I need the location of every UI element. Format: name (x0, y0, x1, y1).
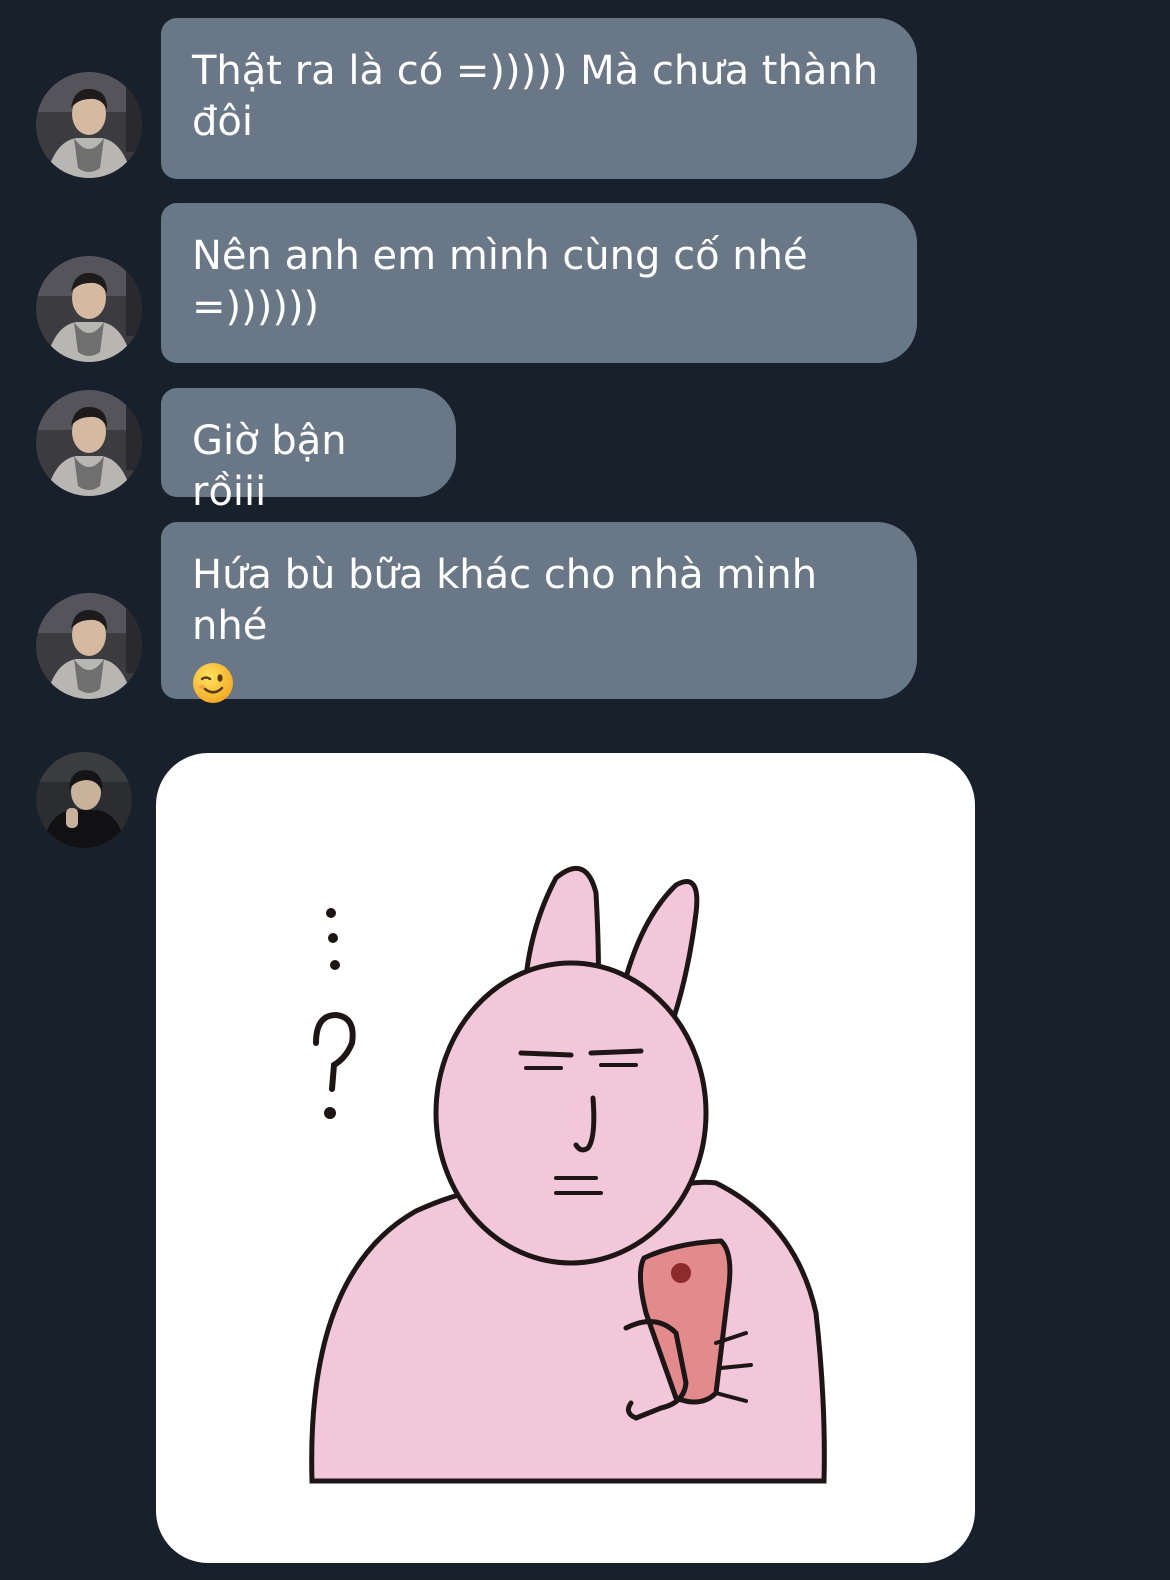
chat-thread: Thật ra là có =))))) Mà chưa thành đôi N… (0, 0, 1170, 1580)
message-text: Nên anh em mình cùng cố nhé =)))))) (192, 233, 808, 330)
friend-avatar[interactable] (36, 72, 142, 178)
my-avatar[interactable] (36, 752, 132, 848)
message-bubble[interactable]: Thật ra là có =))))) Mà chưa thành đôi (161, 18, 917, 179)
sticker-message[interactable] (156, 753, 975, 1563)
message-text: Thật ra là có =))))) Mà chưa thành đôi (192, 48, 879, 145)
message-text: Giờ bận rồiii (192, 418, 347, 515)
message-text: Hứa bù bữa khác cho nhà mình nhé (192, 552, 818, 649)
person-photo-icon (36, 256, 142, 362)
person-photo-icon (36, 593, 142, 699)
friend-avatar[interactable] (36, 593, 142, 699)
message-bubble[interactable]: Hứa bù bữa khác cho nhà mình nhé (161, 522, 917, 703)
person-photo-icon (36, 72, 142, 178)
friend-avatar[interactable] (36, 390, 142, 496)
person-photo-icon (36, 390, 142, 496)
message-bubble[interactable]: Nên anh em mình cùng cố nhé =)))))) (161, 203, 917, 363)
friend-avatar[interactable] (36, 256, 142, 362)
message-bubble[interactable]: Giờ bận rồiii (161, 388, 456, 515)
pink-bunny-sticker-icon (309, 866, 827, 1484)
person-photo-icon (36, 752, 132, 848)
winking-face-icon (193, 663, 233, 703)
